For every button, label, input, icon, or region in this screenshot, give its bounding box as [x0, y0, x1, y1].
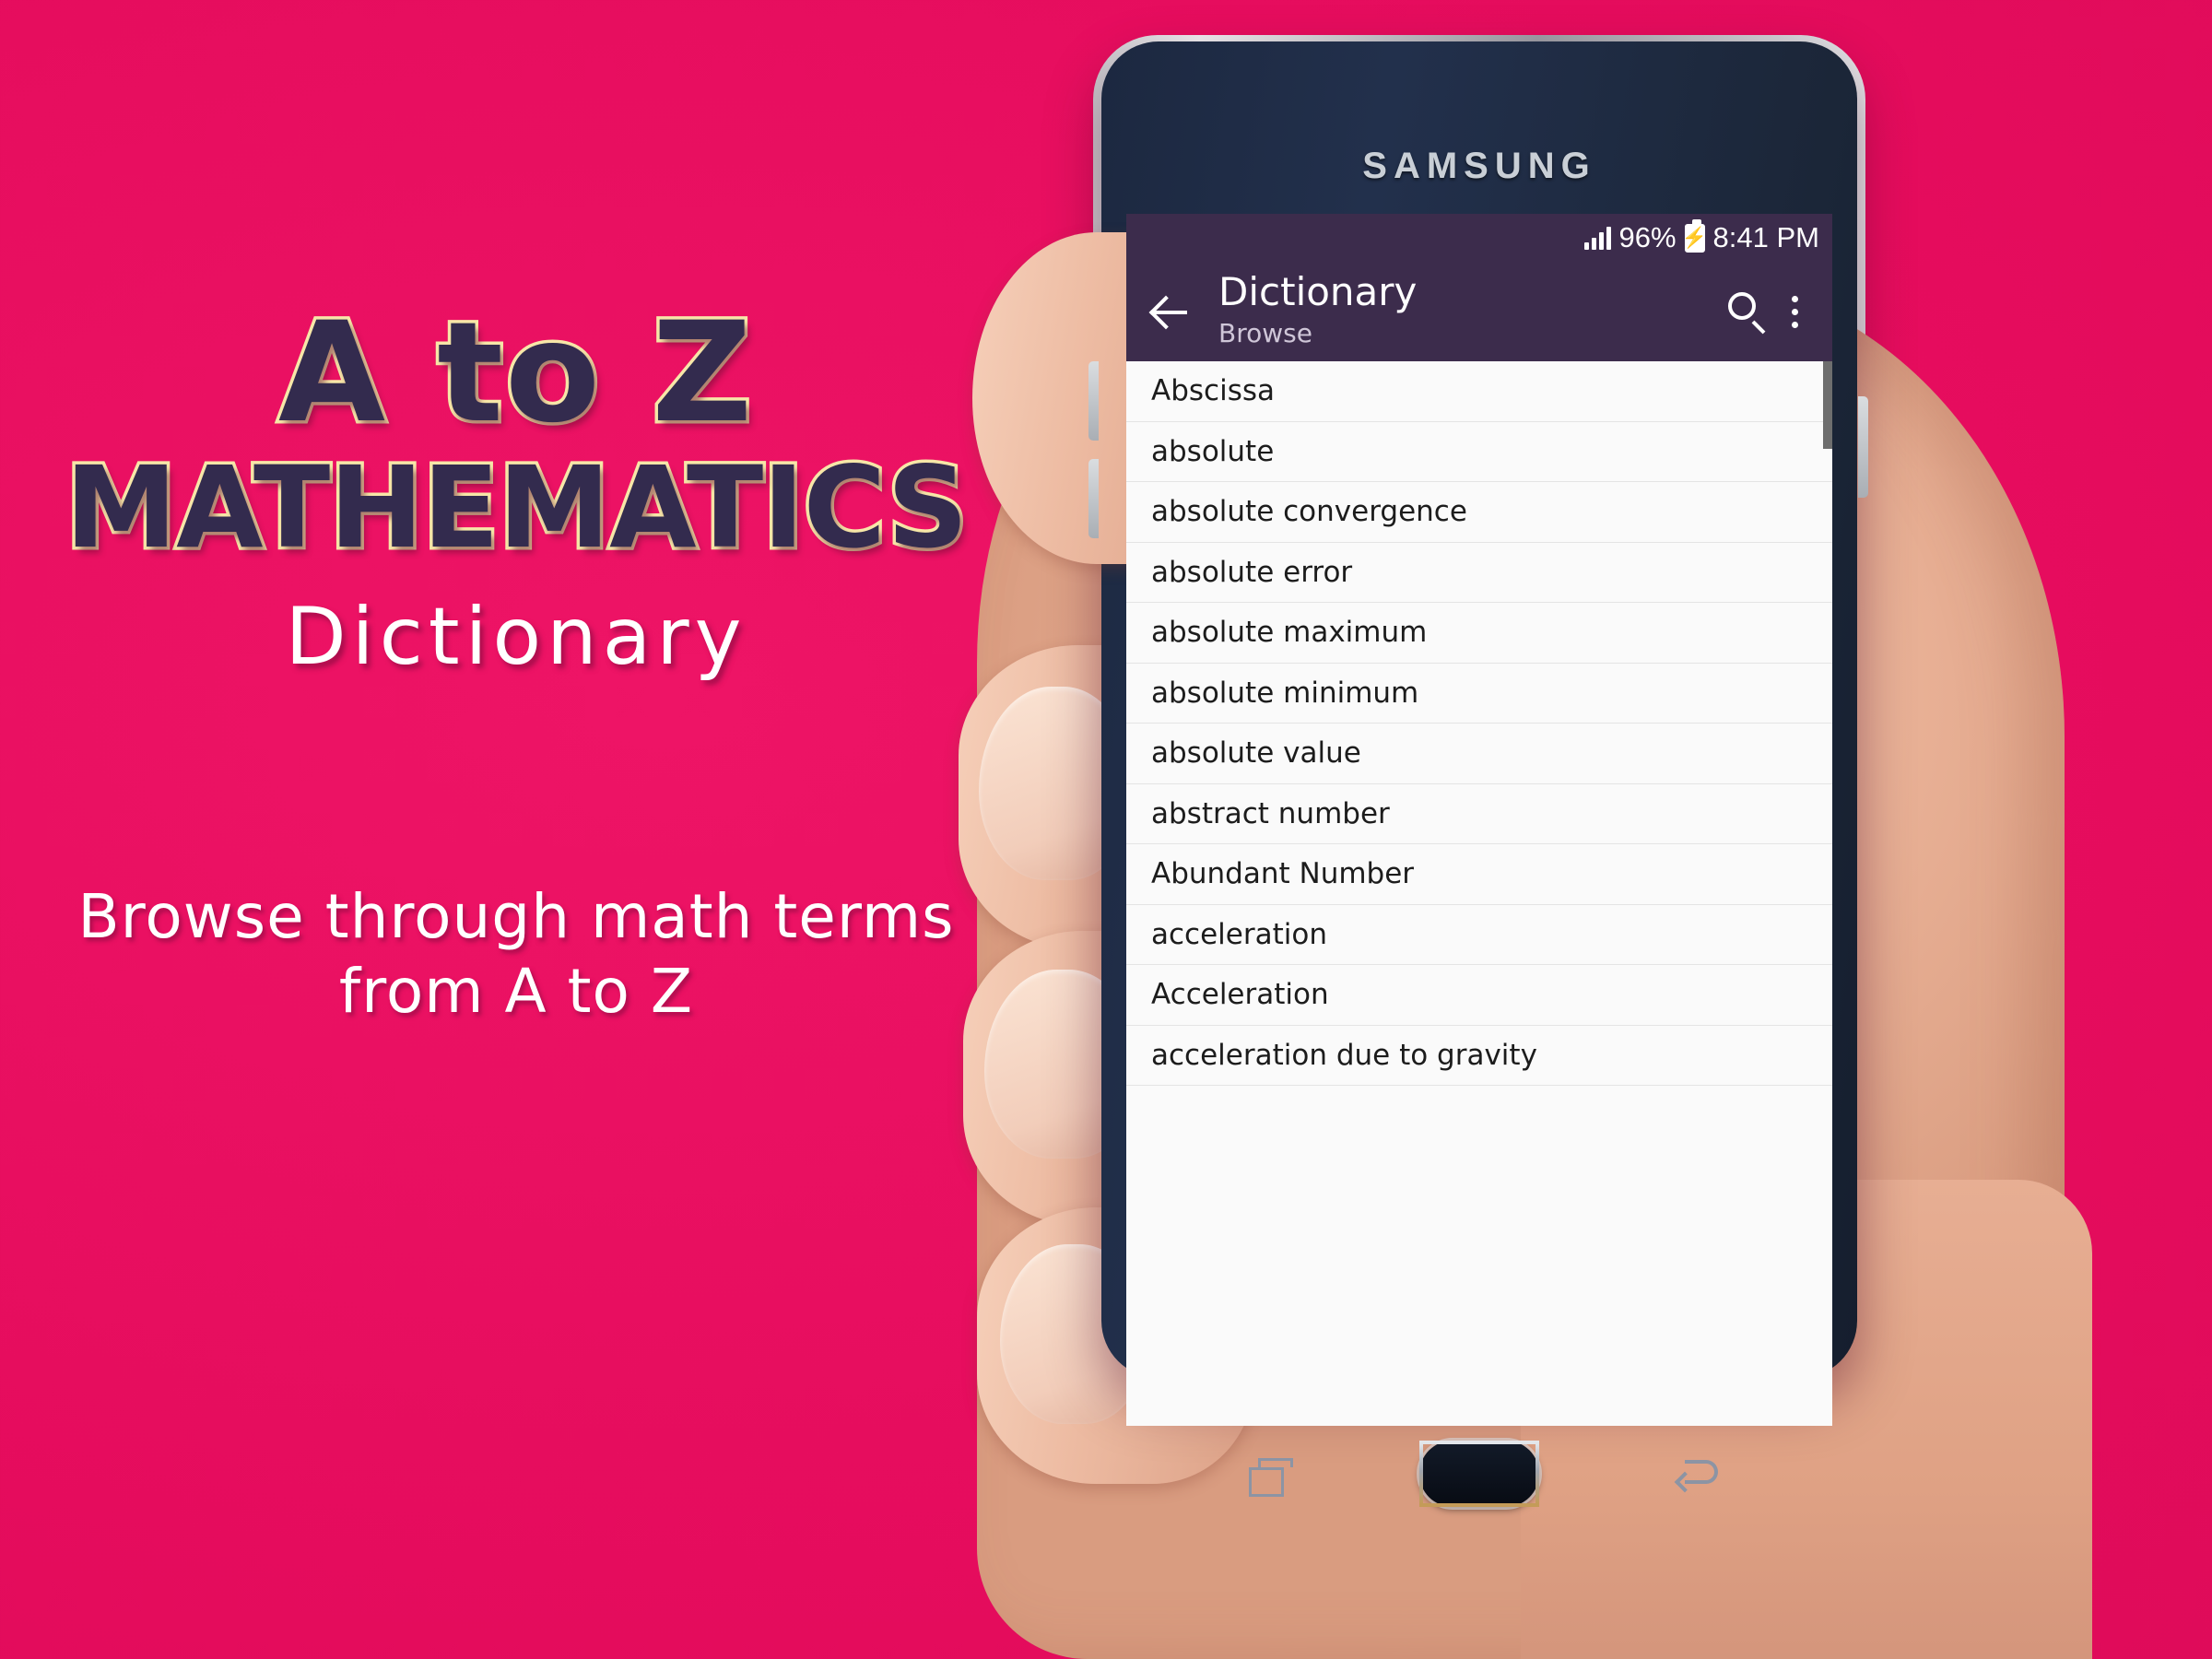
dictionary-term-list[interactable]: Abscissa absolute absolute convergence a…: [1126, 361, 1832, 1426]
promo-headline-block: A to Z MATHEMATICS Dictionary: [18, 293, 1014, 685]
list-item-label: Acceleration: [1151, 978, 1329, 1012]
app-bar-titles: Dictionary Browse: [1218, 268, 1716, 351]
list-item-label: abstract number: [1151, 796, 1390, 830]
list-item-label: absolute convergence: [1151, 495, 1467, 529]
headline-line-dictionary: Dictionary: [285, 590, 747, 683]
status-bar-clock: 8:41 PM: [1712, 221, 1819, 253]
back-nav-icon[interactable]: [1674, 1454, 1727, 1499]
list-item[interactable]: abstract number: [1126, 783, 1832, 844]
samsung-brand-logo: SAMSUNG: [1362, 146, 1596, 186]
list-item-label: absolute maximum: [1151, 616, 1428, 650]
page-title: Dictionary: [1218, 268, 1418, 314]
list-item[interactable]: absolute convergence: [1126, 482, 1832, 543]
overflow-menu-icon[interactable]: [1773, 283, 1816, 340]
list-item[interactable]: absolute: [1126, 421, 1832, 482]
battery-percent-label: 96%: [1618, 221, 1677, 253]
list-item-label: acceleration: [1151, 917, 1327, 951]
back-arrow-icon[interactable]: [1145, 286, 1196, 337]
phone-screen: 96% ⚡ 8:41 PM Dictionary Browse Abscissa…: [1126, 214, 1832, 1426]
volume-up-button[interactable]: [1088, 361, 1099, 441]
volume-down-button[interactable]: [1088, 459, 1099, 538]
headline-line-mathematics: MATHEMATICS: [62, 442, 971, 573]
battery-charging-icon: ⚡: [1682, 218, 1707, 253]
promo-tagline: Browse through math terms from A to Z: [77, 881, 955, 1027]
list-item[interactable]: Abundant Number: [1126, 844, 1832, 905]
list-item-label: Abundant Number: [1151, 857, 1415, 891]
home-button[interactable]: [1419, 1441, 1539, 1507]
list-item-label: absolute minimum: [1151, 676, 1419, 710]
list-item[interactable]: acceleration due to gravity: [1126, 1025, 1832, 1086]
list-item-label: absolute: [1151, 434, 1275, 468]
headline-line-a-to-z: A to Z: [275, 293, 755, 453]
status-bar: 96% ⚡ 8:41 PM: [1126, 214, 1832, 262]
recents-icon[interactable]: [1249, 1456, 1297, 1497]
vertical-scrollbar[interactable]: [1823, 361, 1832, 449]
list-item[interactable]: Abscissa: [1126, 361, 1832, 422]
search-icon[interactable]: [1716, 283, 1773, 340]
list-item-label: absolute value: [1151, 736, 1361, 771]
page-subtitle: Browse: [1218, 317, 1312, 348]
list-item[interactable]: absolute value: [1126, 724, 1832, 784]
power-button[interactable]: [1858, 396, 1868, 498]
list-item[interactable]: absolute error: [1126, 542, 1832, 603]
list-item[interactable]: absolute maximum: [1126, 603, 1832, 664]
list-item-label: Abscissa: [1151, 374, 1275, 408]
list-item-label: acceleration due to gravity: [1151, 1038, 1537, 1072]
list-item[interactable]: absolute minimum: [1126, 663, 1832, 724]
list-item-label: absolute error: [1151, 555, 1353, 589]
list-item[interactable]: acceleration: [1126, 904, 1832, 965]
list-item[interactable]: Acceleration: [1126, 965, 1832, 1026]
app-bar: Dictionary Browse: [1126, 262, 1832, 361]
signal-bars-icon: [1583, 226, 1611, 250]
